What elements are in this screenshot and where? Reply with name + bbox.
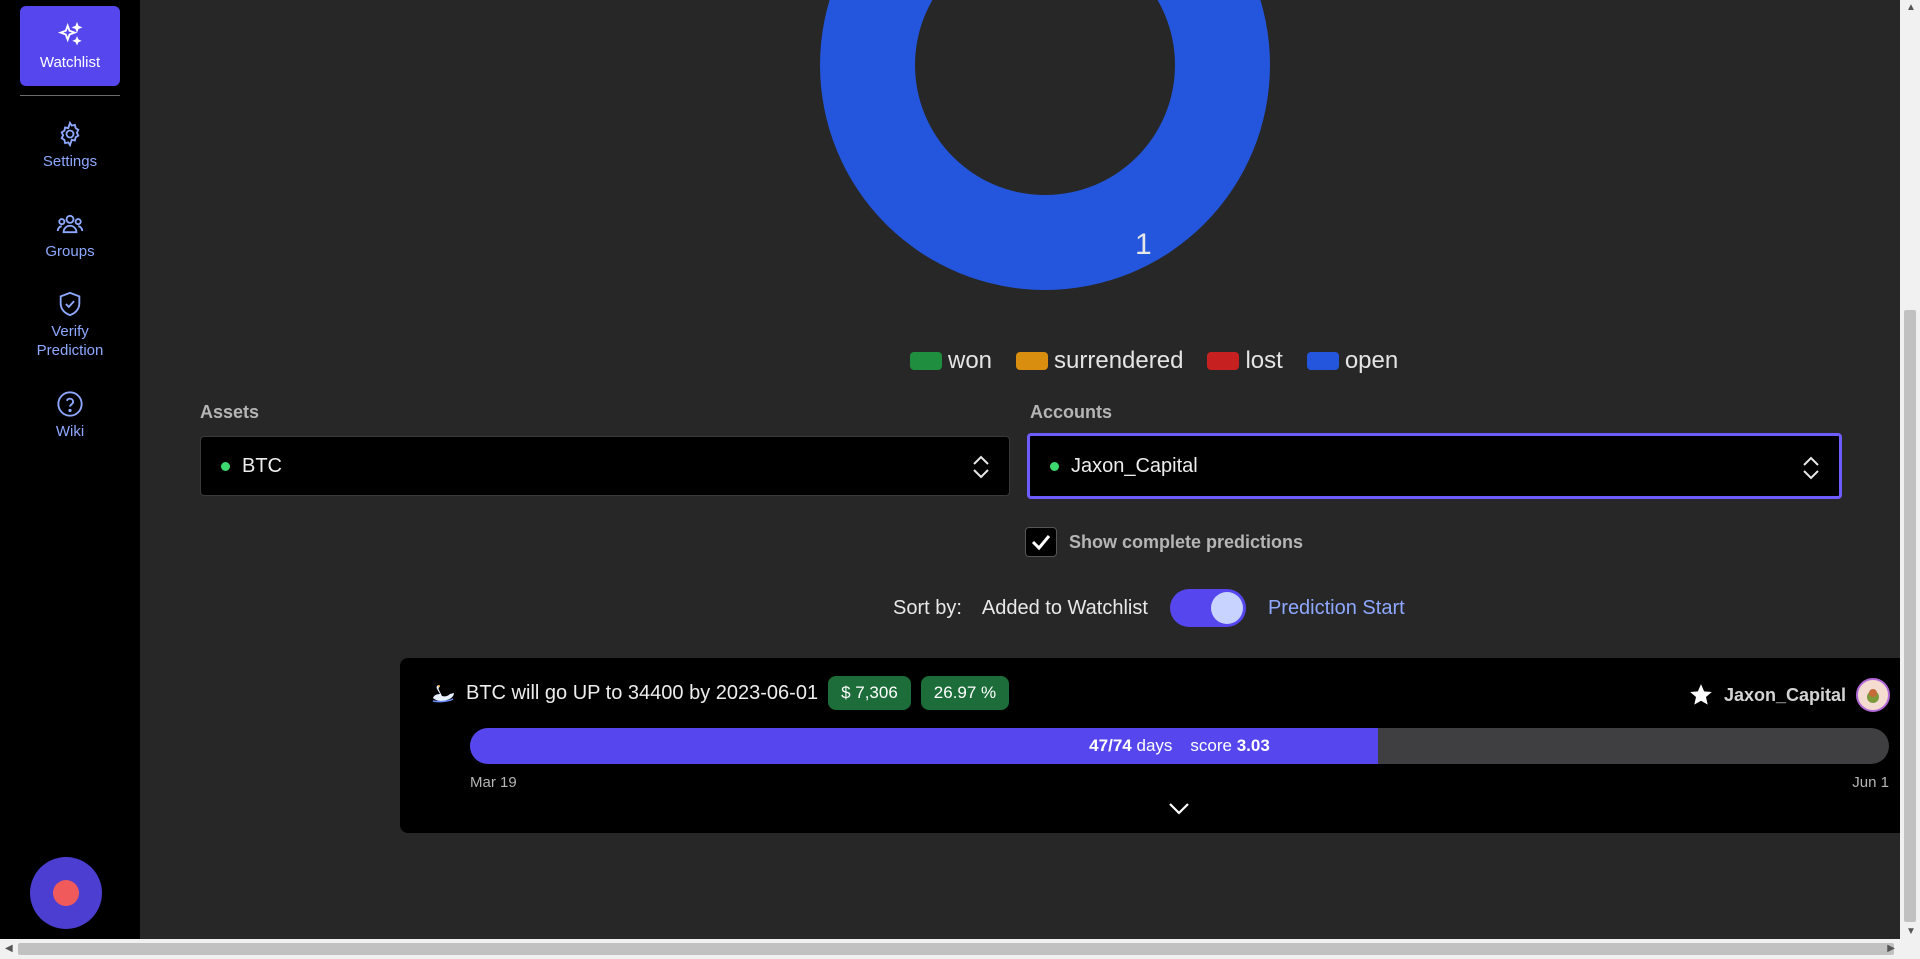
score-value: 3.03 (1236, 736, 1270, 755)
sidebar: Watchlist Settings Groups Verify Predict… (0, 0, 140, 939)
sidebar-item-label: Watchlist (39, 53, 101, 71)
accounts-label: Accounts (1030, 402, 1113, 422)
sidebar-item-label: Groups (45, 243, 95, 260)
users-icon (56, 214, 84, 234)
legend-swatch (1306, 352, 1339, 370)
scroll-down-icon[interactable]: ▼ (1906, 926, 1916, 937)
sidebar-item-label: Wiki (55, 423, 85, 440)
price-badge: $ 7,306 (828, 676, 911, 710)
start-date: Mar 19 (470, 774, 517, 791)
legend-label: surrendered (1054, 347, 1184, 374)
horizontal-scrollbar[interactable]: ◀ ▶ (0, 939, 1920, 959)
progress-text: 47/74 days score 3.03 (470, 728, 1889, 764)
donut-value-label: 1 (1135, 228, 1152, 261)
question-circle-icon (57, 391, 83, 417)
checkmark-icon (1031, 535, 1051, 551)
shield-check-icon (59, 291, 81, 317)
days-done: 47 (1089, 736, 1109, 755)
avatar-image (1867, 689, 1879, 703)
donut-slice-open[interactable] (820, 0, 1270, 290)
sort-option-added[interactable]: Added to Watchlist (982, 597, 1148, 620)
show-complete-checkbox[interactable] (1025, 527, 1057, 557)
legend-label: open (1344, 347, 1399, 374)
prediction-title-row: BTC will go UP to 34400 by 2023-06-01 $ … (430, 676, 1010, 710)
vertical-scroll-thumb[interactable] (1904, 310, 1916, 922)
legend-label: won (948, 347, 993, 374)
main-content: 1 won surrendered lost open Assets BTC A… (140, 0, 1918, 939)
legend-item-won[interactable]: won (910, 347, 992, 375)
assets-select[interactable]: BTC (200, 436, 1010, 496)
show-complete-row: Show complete predictions (1025, 527, 1303, 557)
legend-swatch (910, 352, 942, 370)
sort-row: Sort by: Added to Watchlist Prediction S… (893, 589, 1405, 627)
legend-label: lost (1245, 347, 1283, 374)
swan-icon (432, 685, 454, 703)
chevron-down-icon[interactable] (1167, 798, 1191, 818)
accounts-select-value: Jaxon_Capital (1071, 454, 1198, 477)
assets-label: Assets (200, 402, 260, 422)
days-text: days (1136, 736, 1173, 755)
prediction-progress: 47/74 days score 3.03 (470, 728, 1889, 764)
progress-score: score 3.03 (1190, 736, 1269, 756)
sidebar-item-settings[interactable]: Settings (20, 120, 120, 171)
legend-item-surrendered[interactable]: surrendered (1016, 347, 1183, 375)
sidebar-item-label: Verify Prediction (36, 323, 104, 359)
scroll-left-icon[interactable]: ◀ (5, 943, 13, 954)
status-dot (1050, 461, 1059, 471)
legend-swatch (1016, 352, 1049, 370)
prediction-title[interactable]: BTC will go UP to 34400 by 2023-06-01 (466, 682, 818, 705)
scroll-right-icon[interactable]: ▶ (1887, 943, 1895, 954)
end-date: Jun 1 (1852, 774, 1889, 791)
days-total: 74 (1112, 736, 1132, 755)
sidebar-divider (20, 95, 120, 96)
sidebar-item-verify-prediction[interactable]: Verify Prediction (20, 290, 120, 360)
legend-item-lost[interactable]: lost (1207, 347, 1283, 375)
toggle-knob (1210, 592, 1243, 624)
select-arrows-icon (1803, 456, 1819, 480)
sort-label: Sort by: (893, 596, 962, 619)
gear-icon (60, 120, 80, 148)
sidebar-item-watchlist[interactable]: Watchlist (20, 6, 120, 86)
sort-toggle[interactable] (1169, 589, 1246, 627)
scroll-up-icon[interactable]: ▲ (1906, 2, 1916, 13)
legend-swatch (1207, 352, 1240, 370)
prediction-card[interactable]: BTC will go UP to 34400 by 2023-06-01 $ … (400, 658, 1918, 833)
predictions-donut-chart (820, 0, 1270, 290)
sparkles-icon (57, 21, 83, 46)
horizontal-scroll-thumb[interactable] (18, 943, 1894, 955)
avatar[interactable] (1856, 678, 1890, 712)
percent-badge: 26.97 % (920, 676, 1010, 710)
star-icon[interactable] (1688, 682, 1714, 708)
assets-select-value: BTC (242, 454, 282, 477)
accounts-select[interactable]: Jaxon_Capital (1027, 433, 1842, 499)
vertical-scrollbar[interactable]: ▲ ▼ (1900, 0, 1920, 939)
sidebar-item-groups[interactable]: Groups (20, 210, 120, 261)
chart-legend: won surrendered lost open (910, 347, 1398, 375)
sidebar-item-wiki[interactable]: Wiki (20, 390, 120, 441)
progress-days: 47/74 days (1089, 736, 1173, 755)
legend-item-open[interactable]: open (1306, 347, 1399, 375)
sidebar-item-label: Settings (42, 153, 98, 170)
prediction-account: Jaxon_Capital (1688, 678, 1890, 712)
sort-option-prediction-start[interactable]: Prediction Start (1268, 597, 1405, 620)
record-button[interactable] (30, 857, 102, 929)
record-icon (53, 880, 79, 906)
score-label: score (1190, 736, 1232, 755)
account-name[interactable]: Jaxon_Capital (1724, 685, 1846, 706)
select-arrows-icon (973, 455, 989, 479)
status-dot (221, 461, 230, 471)
show-complete-label: Show complete predictions (1069, 531, 1304, 552)
